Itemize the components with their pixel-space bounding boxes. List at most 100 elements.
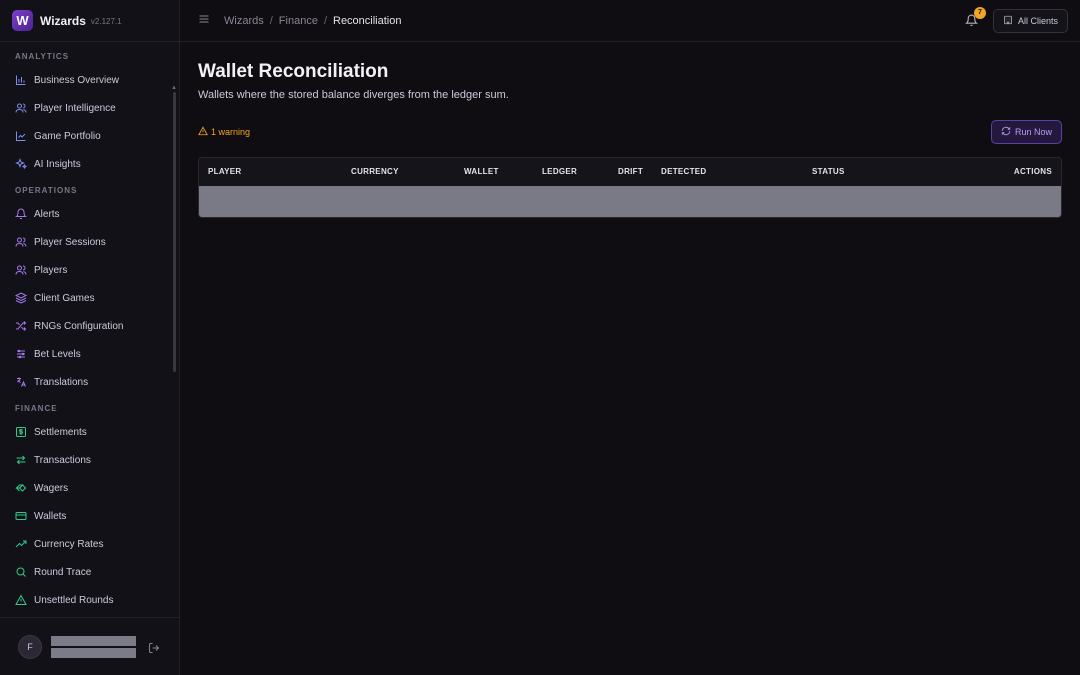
sidebar-item-ai-insights[interactable]: AI Insights xyxy=(0,150,179,178)
sidebar-item-label: Settlements xyxy=(34,426,87,438)
breadcrumb-item-wizards[interactable]: Wizards xyxy=(224,15,264,27)
sidebar-item-players[interactable]: Players xyxy=(0,256,179,284)
sidebar-item-label: Currency Rates xyxy=(34,538,104,550)
sidebar-item-client-games[interactable]: Client Games xyxy=(0,284,179,312)
sidebar-item-label: Player Sessions xyxy=(34,236,106,248)
warning-indicator[interactable]: 1 warning xyxy=(198,126,250,138)
app-name: Wizards xyxy=(40,13,86,28)
sidebar-item-label: Game Portfolio xyxy=(34,130,101,142)
sidebar-item-settlements[interactable]: Settlements xyxy=(0,418,179,446)
sidebar-item-wagers[interactable]: Wagers xyxy=(0,474,179,502)
run-now-label: Run Now xyxy=(1014,127,1052,137)
sidebar-item-label: Round Trace xyxy=(34,566,92,578)
sidebar-item-unsettled-rounds[interactable]: Unsettled Rounds xyxy=(0,586,179,614)
run-now-button[interactable]: Run Now xyxy=(990,120,1062,144)
line-chart-icon xyxy=(15,130,27,142)
column-header-ledger[interactable]: LEDGER xyxy=(542,167,577,176)
page-subtitle: Wallets where the stored balance diverge… xyxy=(198,89,509,101)
users-icon xyxy=(15,102,27,114)
sidebar-item-alerts[interactable]: Alerts xyxy=(0,200,179,228)
section-label-finance: FINANCE xyxy=(15,404,58,413)
topbar-actions: 7 All Clients xyxy=(964,6,1068,33)
avatar[interactable]: F xyxy=(18,634,42,659)
sidebar-item-rngs-configuration[interactable]: RNGs Configuration xyxy=(0,312,179,340)
section-label-operations: OPERATIONS xyxy=(15,186,78,195)
breadcrumb-item-finance[interactable]: Finance xyxy=(279,15,318,27)
column-header-drift[interactable]: DRIFT xyxy=(618,167,643,176)
sidebar-item-label: Translations xyxy=(34,376,89,388)
sidebar-item-label: Unsettled Rounds xyxy=(34,594,114,606)
sidebar-item-label: Wagers xyxy=(34,482,69,494)
sidebar-item-game-portfolio[interactable]: Game Portfolio xyxy=(0,122,179,150)
sidebar-scrollbar[interactable] xyxy=(173,92,176,372)
layers-icon xyxy=(15,292,27,304)
brand[interactable]: W Wizards v2.127.1 xyxy=(0,0,179,42)
app-logo: W xyxy=(12,10,33,31)
breadcrumb-separator: / xyxy=(269,14,273,27)
notification-count-badge: 7 xyxy=(973,6,986,19)
breadcrumb: Wizards / Finance / Reconciliation xyxy=(224,15,401,27)
table-header: PLAYER CURRENCY WALLET LEDGER DRIFT DETE… xyxy=(199,158,1061,186)
main-area: Wizards / Finance / Reconciliation 7 All… xyxy=(180,0,1080,675)
topbar: Wizards / Finance / Reconciliation 7 All… xyxy=(180,0,1080,42)
menu-toggle-icon[interactable] xyxy=(198,12,210,30)
logout-icon[interactable] xyxy=(148,641,160,653)
alert-triangle-icon xyxy=(15,594,27,606)
sidebar-item-round-trace[interactable]: Round Trace xyxy=(0,558,179,586)
all-clients-button[interactable]: All Clients xyxy=(992,8,1068,33)
trending-up-icon xyxy=(15,538,27,550)
arrows-icon xyxy=(15,454,27,466)
sidebar-item-player-sessions[interactable]: Player Sessions xyxy=(0,228,179,256)
sidebar-item-player-intelligence[interactable]: Player Intelligence xyxy=(0,94,179,122)
column-header-currency[interactable]: CURRENCY xyxy=(351,167,399,176)
alert-triangle-icon xyxy=(198,126,211,138)
sidebar-item-translations[interactable]: Translations xyxy=(0,368,179,396)
users-icon xyxy=(15,236,27,248)
sidebar-item-bet-levels[interactable]: Bet Levels xyxy=(0,340,179,368)
page-title: Wallet Reconciliation xyxy=(198,61,389,82)
sidebar-item-label: Transactions xyxy=(34,454,91,466)
warning-text: 1 warning xyxy=(211,127,251,137)
dollar-icon xyxy=(15,426,27,438)
sidebar-item-label: Player Intelligence xyxy=(34,102,116,114)
column-header-detected[interactable]: DETECTED xyxy=(661,167,707,176)
user-info-redacted xyxy=(51,635,136,658)
sidebar-item-label: Bet Levels xyxy=(34,348,81,360)
sidebar-item-currency-rates[interactable]: Currency Rates xyxy=(0,530,179,558)
sparkles-icon xyxy=(15,158,27,170)
breadcrumb-separator: / xyxy=(323,14,327,27)
breadcrumb-item-reconciliation: Reconciliation xyxy=(333,14,402,27)
sidebar-item-label: Business Overview xyxy=(34,74,120,86)
sidebar-item-label: Wallets xyxy=(34,510,67,522)
sidebar-item-label: Players xyxy=(34,264,68,276)
sidebar: W Wizards v2.127.1 ▲ ▼ ANALYTICS Busines… xyxy=(0,0,180,675)
column-header-actions[interactable]: ACTIONS xyxy=(1014,167,1052,176)
reconciliation-table: PLAYER CURRENCY WALLET LEDGER DRIFT DETE… xyxy=(198,157,1062,218)
sidebar-item-wallets[interactable]: Wallets xyxy=(0,502,179,530)
page-toolbar: 1 warning Run Now xyxy=(198,120,1062,144)
app-root: W Wizards v2.127.1 ▲ ▼ ANALYTICS Busines… xyxy=(0,0,1080,675)
user-name-redacted xyxy=(51,635,136,646)
all-clients-label: All Clients xyxy=(1017,15,1058,26)
scroll-up-icon[interactable]: ▲ xyxy=(171,85,177,91)
users-icon xyxy=(15,264,27,276)
app-version: v2.127.1 xyxy=(90,17,122,26)
notifications-button[interactable]: 7 xyxy=(964,6,986,28)
coins-icon xyxy=(15,482,27,494)
sliders-icon xyxy=(15,348,27,360)
sidebar-item-transactions[interactable]: Transactions xyxy=(0,446,179,474)
column-header-player[interactable]: PLAYER xyxy=(208,167,242,176)
column-header-status[interactable]: STATUS xyxy=(812,167,845,176)
table-loading-row xyxy=(199,186,1061,217)
user-area: F xyxy=(0,617,179,675)
page-content: Wallet Reconciliation Wallets where the … xyxy=(180,42,1080,218)
sidebar-nav: ▲ ▼ ANALYTICS Business Overview Player I… xyxy=(0,42,179,617)
bar-chart-icon xyxy=(15,74,27,86)
refresh-icon xyxy=(1001,126,1015,138)
search-icon xyxy=(15,566,27,578)
column-header-wallet[interactable]: WALLET xyxy=(464,167,499,176)
user-email-redacted xyxy=(51,647,136,658)
sidebar-item-label: Client Games xyxy=(34,292,95,304)
sidebar-item-business-overview[interactable]: Business Overview xyxy=(0,66,179,94)
shuffle-icon xyxy=(15,320,27,332)
